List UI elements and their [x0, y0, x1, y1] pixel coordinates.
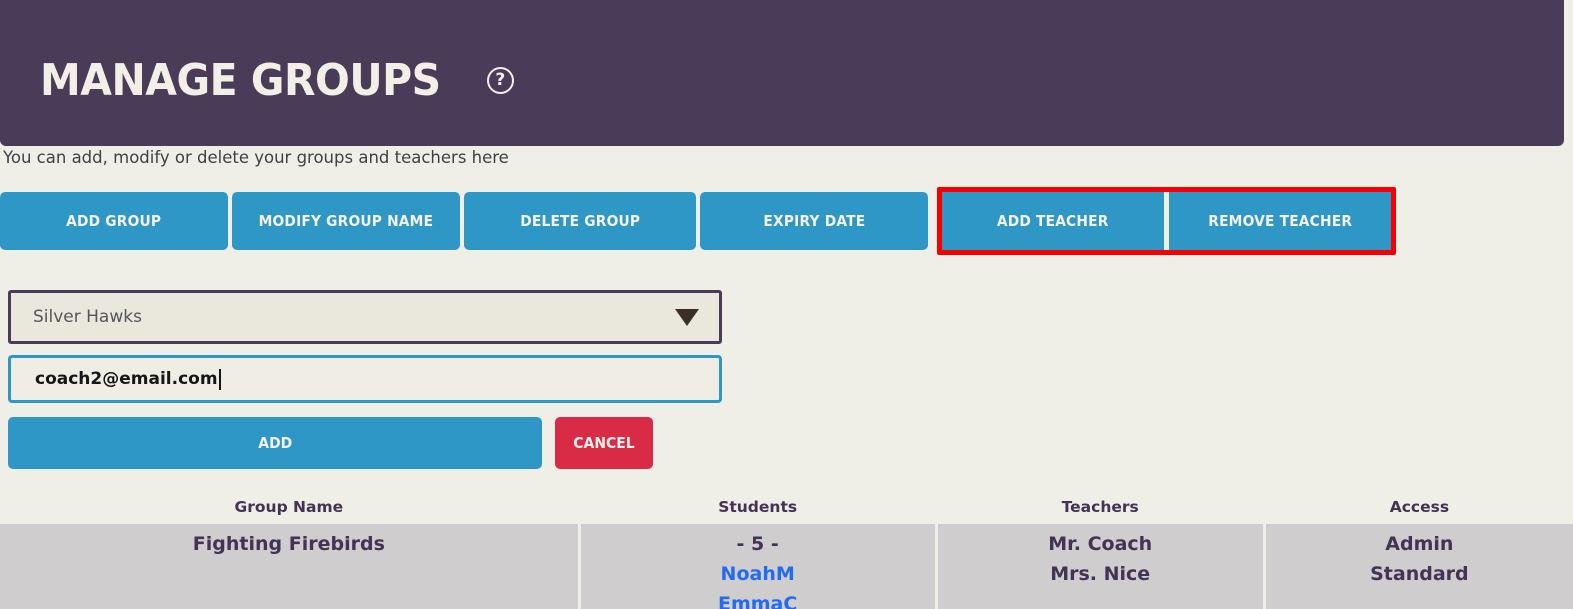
expiry-date-label: EXPIRY DATE — [763, 212, 865, 230]
student-link[interactable]: EmmaC — [581, 589, 935, 609]
cell-students: - 5 - NoahM EmmaC — [580, 524, 935, 609]
add-button-label: ADD — [258, 434, 292, 452]
teacher-name: Mrs. Nice — [1050, 563, 1151, 585]
access-level: Admin — [1385, 533, 1454, 555]
teacher-name: Mr. Coach — [1048, 533, 1153, 555]
student-count: - 5 - — [736, 533, 779, 555]
add-teacher-button[interactable]: ADD TEACHER — [942, 192, 1164, 250]
delete-group-label: DELETE GROUP — [520, 212, 640, 230]
modify-group-name-label: MODIFY GROUP NAME — [258, 212, 434, 230]
cancel-button-label: CANCEL — [573, 434, 635, 452]
header-title-group: MANAGE GROUPS ? — [40, 55, 514, 106]
table-row[interactable]: Fighting Firebirds - 5 - NoahM EmmaC Mr.… — [0, 524, 1573, 609]
table-header-row: Group Name Students Teachers Access — [0, 498, 1573, 524]
column-header-access: Access — [1389, 498, 1450, 516]
teacher-email-value: coach2@email.com — [35, 369, 218, 389]
toolbar: ADD GROUP MODIFY GROUP NAME DELETE GROUP… — [0, 187, 1410, 255]
form-actions: ADD CANCEL — [8, 417, 653, 469]
cancel-button[interactable]: CANCEL — [555, 417, 653, 469]
page-header-banner: MANAGE GROUPS ? — [0, 0, 1564, 146]
remove-teacher-button[interactable]: REMOVE TEACHER — [1169, 192, 1391, 250]
expiry-date-button[interactable]: EXPIRY DATE — [700, 192, 928, 250]
teacher-buttons-highlight-box: ADD TEACHER REMOVE TEACHER — [937, 187, 1396, 255]
groups-table: Group Name Students Teachers Access Figh… — [0, 498, 1573, 609]
column-header-teachers: Teachers — [1061, 498, 1139, 516]
group-select-row: Silver Hawks — [8, 290, 722, 344]
page-subtitle: You can add, modify or delete your group… — [3, 148, 509, 167]
column-header-students: Students — [718, 498, 798, 516]
add-button[interactable]: ADD — [8, 417, 542, 469]
student-link[interactable]: NoahM — [581, 559, 935, 589]
group-select-value: Silver Hawks — [33, 307, 142, 327]
triangle-down-icon — [675, 308, 699, 326]
teacher-email-input[interactable]: coach2@email.com — [8, 355, 722, 403]
text-cursor — [218, 368, 221, 390]
column-header-group-name: Group Name — [234, 498, 344, 516]
access-level: Standard — [1370, 563, 1469, 585]
add-teacher-label: ADD TEACHER — [997, 212, 1109, 230]
delete-group-button[interactable]: DELETE GROUP — [464, 192, 696, 250]
cell-group-name: Fighting Firebirds — [0, 524, 578, 609]
cell-access: Admin Standard — [1265, 524, 1573, 609]
cell-teachers: Mr. Coach Mrs. Nice — [937, 524, 1263, 609]
remove-teacher-label: REMOVE TEACHER — [1208, 212, 1352, 230]
add-group-label: ADD GROUP — [66, 212, 162, 230]
help-icon[interactable]: ? — [486, 66, 514, 94]
page-title: MANAGE GROUPS — [40, 54, 441, 106]
group-name-text: Fighting Firebirds — [192, 533, 385, 555]
group-select[interactable]: Silver Hawks — [8, 290, 722, 344]
modify-group-name-button[interactable]: MODIFY GROUP NAME — [232, 192, 460, 250]
add-group-button[interactable]: ADD GROUP — [0, 192, 228, 250]
teacher-email-row: coach2@email.com — [8, 355, 722, 403]
